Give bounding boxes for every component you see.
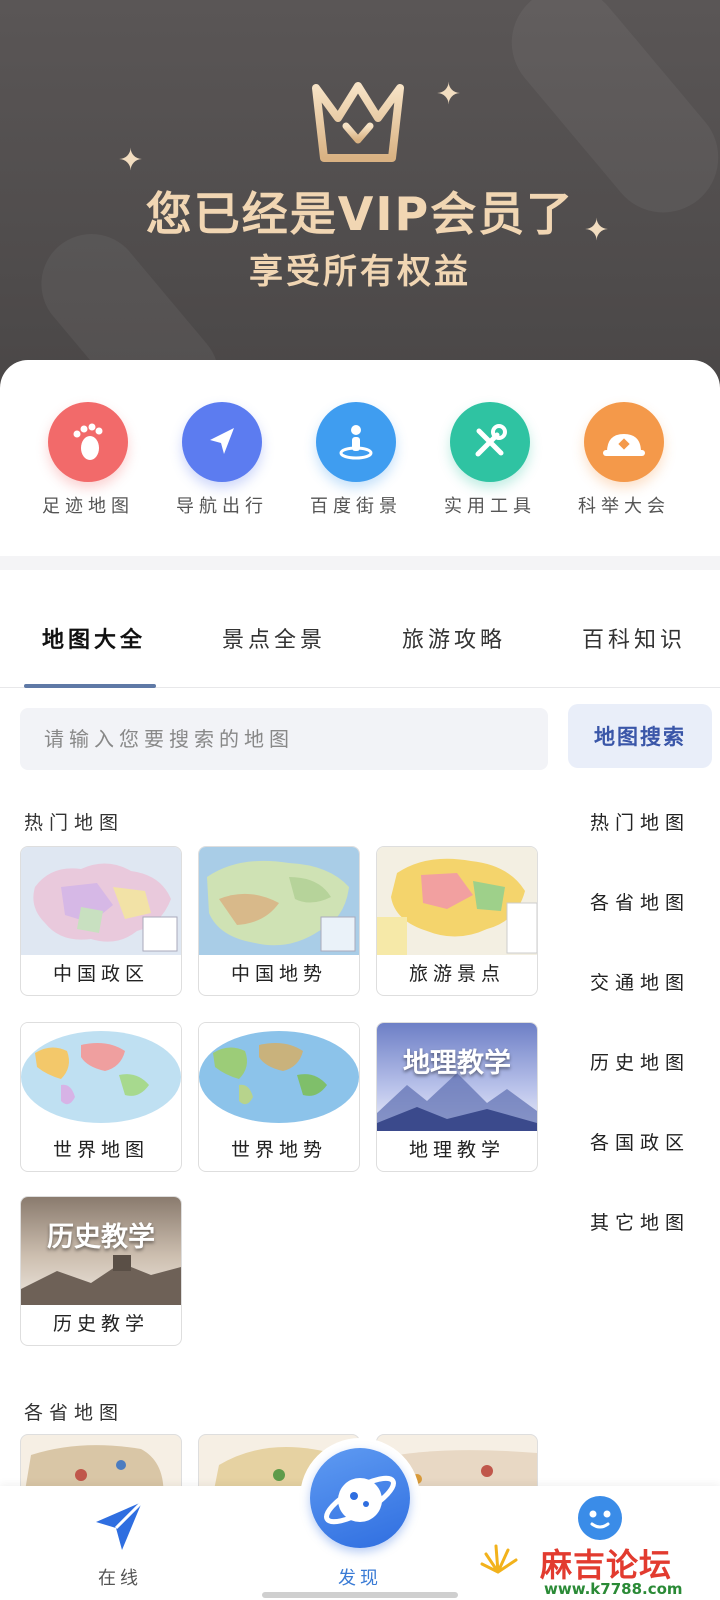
active-tab-indicator	[24, 684, 156, 688]
tab-travel-guide[interactable]: 旅游攻略	[402, 622, 506, 654]
china-political-map-thumbnail	[21, 847, 181, 955]
app-screen: ✦ ✦ ✦ 您已经是VIP会员了 享受所有权益 足迹地图 导航出行 百度街景 实…	[0, 0, 720, 1600]
category-tabs: 地图大全 景点全景 旅游攻略 百科知识	[0, 570, 720, 688]
history-teaching-thumbnail: 历史教学	[21, 1197, 181, 1305]
tab-scenic-panorama[interactable]: 景点全景	[222, 622, 326, 654]
category-other-maps[interactable]: 其它地图	[590, 1208, 710, 1235]
map-card-label: 世界地图	[52, 1139, 149, 1161]
category-history-maps[interactable]: 历史地图	[590, 1048, 710, 1075]
world-political-map-thumbnail	[21, 1023, 181, 1131]
province-maps-title: 各省地图	[24, 1402, 125, 1424]
forum-watermark: 麻吉论坛 www.k7788.com	[480, 1540, 720, 1600]
quick-link-footprint-map[interactable]: 足迹地图	[28, 402, 148, 518]
nav-discover-label: 发现	[338, 1568, 382, 1589]
nav-discover[interactable]: 发现	[290, 1486, 430, 1600]
map-card-label: 历史教学	[52, 1313, 149, 1335]
map-card-china-political[interactable]: 中国政区	[20, 846, 182, 996]
quick-link-street-view[interactable]: 百度街景	[296, 402, 416, 518]
quick-link-label: 导航出行	[176, 496, 268, 517]
history-teaching-thumb-title: 历史教学	[47, 1222, 155, 1253]
map-search-input[interactable]: 请输入您要搜索的地图	[20, 708, 548, 770]
map-card-world-political[interactable]: 世界地图	[20, 1022, 182, 1172]
sparkle-icon: ✦	[436, 77, 462, 112]
home-indicator[interactable]	[262, 1592, 458, 1598]
map-search-button[interactable]: 地图搜索	[568, 704, 712, 768]
quick-link-label: 足迹地图	[42, 496, 134, 517]
nav-online-label: 在线	[98, 1568, 142, 1589]
map-card-geography-teaching[interactable]: 地理教学 地理教学	[376, 1022, 538, 1172]
exam-hat-icon	[584, 402, 664, 482]
quick-link-label: 实用工具	[444, 496, 536, 517]
quick-link-tools[interactable]: 实用工具	[430, 402, 550, 518]
navigation-arrow-icon	[182, 402, 262, 482]
category-province-maps[interactable]: 各省地图	[590, 888, 710, 915]
tab-map-collection[interactable]: 地图大全	[42, 622, 146, 654]
nav-online[interactable]: 在线	[50, 1486, 190, 1600]
quick-link-label: 百度街景	[310, 496, 402, 517]
china-terrain-map-thumbnail	[199, 847, 359, 955]
category-transport-maps[interactable]: 交通地图	[590, 968, 710, 995]
map-card-world-terrain[interactable]: 世界地势	[198, 1022, 360, 1172]
street-view-person-icon	[316, 402, 396, 482]
category-hot-maps[interactable]: 热门地图	[590, 808, 710, 835]
hot-maps-title: 热门地图	[24, 812, 125, 834]
sunburst-logo-icon	[480, 1544, 518, 1574]
crown-icon	[312, 82, 404, 162]
paper-plane-icon	[96, 1500, 144, 1550]
world-terrain-map-thumbnail	[199, 1023, 359, 1131]
tab-encyclopedia[interactable]: 百科知识	[582, 622, 686, 654]
geography-teaching-thumbnail: 地理教学	[377, 1023, 537, 1131]
category-country-political[interactable]: 各国政区	[590, 1128, 710, 1155]
sparkle-icon: ✦	[118, 143, 144, 178]
map-card-china-terrain[interactable]: 中国地势	[198, 846, 360, 996]
vip-subtitle: 享受所有权益	[249, 252, 471, 292]
map-card-label: 世界地势	[230, 1139, 327, 1161]
map-card-label: 旅游景点	[408, 963, 505, 985]
quick-link-navigation[interactable]: 导航出行	[162, 402, 282, 518]
map-card-label: 地理教学	[408, 1139, 505, 1161]
tools-icon	[450, 402, 530, 482]
smiley-face-icon	[578, 1496, 622, 1540]
vip-title: 您已经是VIP会员了	[145, 187, 575, 241]
tourism-map-thumbnail	[377, 847, 537, 955]
quick-link-label: 科举大会	[578, 496, 670, 517]
quick-links-card: 足迹地图 导航出行 百度街景 实用工具 科举大会	[0, 360, 720, 556]
geography-teaching-thumb-title: 地理教学	[403, 1048, 511, 1079]
footprint-icon	[48, 402, 128, 482]
vip-banner: ✦ ✦ ✦ 您已经是VIP会员了 享受所有权益	[0, 0, 720, 390]
quick-link-imperial-exam[interactable]: 科举大会	[564, 402, 684, 518]
map-card-label: 中国地势	[230, 963, 327, 985]
map-card-tourism[interactable]: 旅游景点	[376, 846, 538, 996]
watermark-url: www.k7788.com	[544, 1580, 683, 1598]
map-card-history-teaching[interactable]: 历史教学 历史教学	[20, 1196, 182, 1346]
map-card-label: 中国政区	[52, 963, 149, 985]
section-divider	[0, 556, 720, 570]
